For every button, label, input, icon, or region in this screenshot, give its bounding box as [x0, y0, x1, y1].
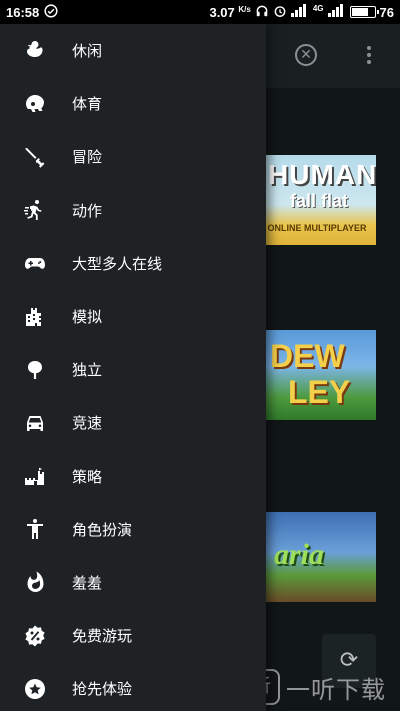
- watermark: 听 一听下载: [244, 664, 400, 710]
- check-circle-icon: [44, 3, 58, 21]
- sword-icon: [22, 144, 48, 170]
- drawer-item-simulation[interactable]: 模拟: [0, 290, 266, 343]
- drawer-item-racing[interactable]: 竞速: [0, 396, 266, 449]
- battery-icon: [349, 6, 379, 18]
- car-icon: [22, 410, 48, 436]
- game-card-terraria[interactable]: aria: [258, 512, 376, 602]
- drawer-item-sports[interactable]: 体育: [0, 77, 266, 130]
- drawer-item-strategy[interactable]: 策略: [0, 450, 266, 503]
- city-icon: [22, 304, 48, 330]
- gamepad-icon: [22, 250, 48, 276]
- drawer-item-free-to-play[interactable]: 免费游玩: [0, 609, 266, 662]
- drawer-item-rpg[interactable]: 角色扮演: [0, 503, 266, 556]
- watermark-text: 一听下载: [286, 675, 386, 704]
- game-card-human-fall-flat[interactable]: HUMAN fall flat ONLINE MULTIPLAYER: [258, 155, 376, 245]
- battery-percent: 76: [379, 4, 394, 20]
- human-icon: [22, 516, 48, 542]
- status-time: 16:58: [6, 4, 40, 20]
- percent-badge-icon: [22, 623, 48, 649]
- drawer-item-mmo[interactable]: 大型多人在线: [0, 237, 266, 290]
- drawer-item-adult[interactable]: 羞羞: [0, 556, 266, 609]
- star-circle-icon: [22, 676, 48, 702]
- drawer-item-early-access[interactable]: 抢先体验: [0, 662, 266, 711]
- network-speed: 3.07 K/s: [209, 4, 251, 20]
- close-circle-icon[interactable]: ✕: [295, 44, 317, 66]
- drawer-item-adventure[interactable]: 冒险: [0, 130, 266, 183]
- network-type: 4G: [312, 3, 324, 13]
- drawer-item-casual[interactable]: 休闲: [0, 24, 266, 77]
- drawer-item-action[interactable]: 动作: [0, 184, 266, 237]
- status-bar: 16:58 3.07 K/s 4G 76: [0, 0, 400, 24]
- duck-icon: [22, 38, 48, 64]
- running-man-icon: [22, 197, 48, 223]
- category-menu: 休闲 体育 冒险 动作 大型多人在线 模拟 独立 竞速 策略 角色扮演 羞羞 免…: [0, 24, 266, 711]
- alarm-icon: [273, 4, 287, 21]
- football-helmet-icon: [22, 91, 48, 117]
- game-card-stardew-valley[interactable]: DEW LEY: [258, 330, 376, 420]
- drawer-item-indie[interactable]: 独立: [0, 343, 266, 396]
- tree-icon: [22, 357, 48, 383]
- fire-icon: [22, 569, 48, 595]
- signal-bars-icon: [327, 4, 346, 20]
- signal-bars-icon: [290, 4, 309, 20]
- navigation-drawer: 休闲 体育 冒险 动作 大型多人在线 模拟 独立 竞速 策略 角色扮演 羞羞 免…: [0, 24, 266, 711]
- more-vert-icon[interactable]: [362, 44, 376, 66]
- castle-icon: [22, 463, 48, 489]
- headphones-icon: [255, 4, 269, 21]
